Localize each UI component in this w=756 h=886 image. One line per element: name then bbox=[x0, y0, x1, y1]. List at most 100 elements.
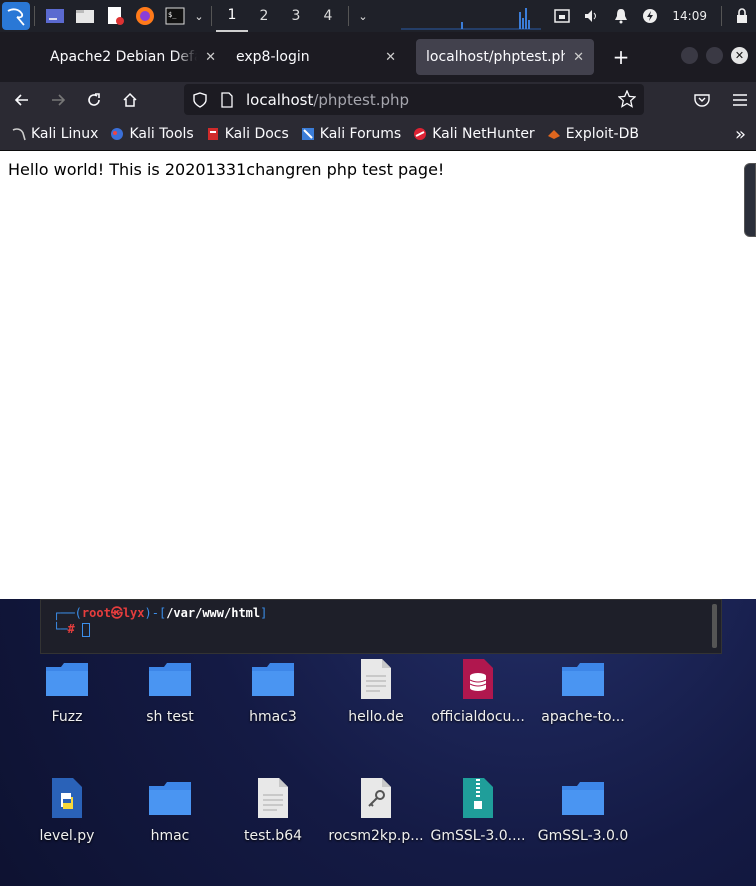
terminal-prompt-line: ┌──(root㉿lyx)-[/var/www/html] bbox=[53, 606, 268, 620]
desktop-icon-gmssl-archive[interactable]: GmSSL-3.0.... bbox=[428, 774, 528, 844]
bookmark-label: Exploit-DB bbox=[565, 126, 639, 142]
desktop-icon-label: hello.de bbox=[348, 709, 404, 725]
terminal-launcher[interactable]: $_ bbox=[161, 2, 189, 30]
desktop-icon-hello-de[interactable]: hello.de bbox=[326, 655, 426, 725]
lock-icon[interactable] bbox=[736, 8, 748, 24]
panel-separator bbox=[211, 6, 212, 26]
url-path: /phptest.php bbox=[313, 90, 410, 109]
workspace-4[interactable]: 4 bbox=[312, 0, 344, 32]
terminal-cursor bbox=[81, 622, 90, 637]
prompt-user: root bbox=[81, 606, 111, 620]
close-icon[interactable]: ✕ bbox=[385, 50, 396, 65]
desktop-icon-officialdocu[interactable]: officialdocu... bbox=[428, 655, 528, 725]
bookmarks-overflow-button[interactable]: » bbox=[735, 124, 746, 145]
notification-bell-icon[interactable] bbox=[614, 8, 628, 24]
kali-nethunter-icon bbox=[414, 128, 427, 140]
toolbar-right bbox=[694, 82, 748, 118]
database-file-icon bbox=[454, 655, 502, 703]
side-panel-handle[interactable] bbox=[744, 163, 756, 237]
desktop-icon-hmac3[interactable]: hmac3 bbox=[223, 655, 323, 725]
tab-label: localhost/phptest.php bbox=[426, 49, 566, 65]
show-desktop-button[interactable] bbox=[41, 2, 69, 30]
network-icon[interactable] bbox=[554, 9, 571, 23]
desktop-icon-label: GmSSL-3.0.... bbox=[430, 828, 526, 844]
tab-exp8-login[interactable]: exp8-login ✕ bbox=[226, 39, 406, 75]
bookmark-label: Kali Linux bbox=[31, 126, 99, 142]
bookmarks-toolbar: Kali Linux Kali Tools Kali Docs Kali For… bbox=[0, 118, 756, 151]
volume-icon[interactable] bbox=[584, 9, 600, 23]
shield-icon[interactable] bbox=[192, 91, 208, 108]
bookmark-star-icon[interactable] bbox=[618, 90, 636, 108]
forward-button[interactable] bbox=[44, 86, 72, 114]
launcher-dropdown[interactable]: ⌄ bbox=[191, 2, 207, 30]
panel-clock[interactable]: 14:09 bbox=[672, 9, 707, 23]
home-button[interactable] bbox=[116, 86, 144, 114]
desktop-icon-label: sh test bbox=[146, 709, 194, 725]
desktop-icon-sh-test[interactable]: sh test bbox=[120, 655, 220, 725]
desktop-icon-label: hmac bbox=[150, 828, 190, 844]
desktop-icon-hmac[interactable]: hmac bbox=[120, 774, 220, 844]
close-window-button[interactable]: ✕ bbox=[731, 47, 748, 64]
text-editor-launcher[interactable] bbox=[101, 2, 129, 30]
desktop-icon-label: level.py bbox=[39, 828, 95, 844]
bookmark-kali-tools[interactable]: Kali Tools bbox=[110, 126, 194, 142]
close-icon[interactable]: ✕ bbox=[573, 50, 584, 65]
workspace-menu-button[interactable]: ⌄ bbox=[355, 2, 371, 30]
prompt-at: ㉿ bbox=[110, 606, 123, 620]
reload-icon bbox=[88, 93, 100, 106]
firefox-launcher[interactable] bbox=[131, 2, 159, 30]
desktop-icon-label: rocsm2kp.p... bbox=[328, 828, 424, 844]
desktop-icon-label: test.b64 bbox=[243, 828, 303, 844]
desktop-icon-test-b64[interactable]: test.b64 bbox=[223, 774, 323, 844]
bookmark-kali-docs[interactable]: Kali Docs bbox=[206, 126, 289, 142]
panel-separator bbox=[721, 6, 722, 26]
maximize-button[interactable] bbox=[706, 47, 723, 64]
desktop-icon-gmssl-folder[interactable]: GmSSL-3.0.0 bbox=[533, 774, 633, 844]
power-manager-icon[interactable] bbox=[642, 8, 658, 24]
file-manager-launcher[interactable] bbox=[71, 2, 99, 30]
minimize-button[interactable] bbox=[681, 47, 698, 64]
arrow-right-icon bbox=[52, 94, 66, 106]
folder-icon bbox=[76, 10, 94, 23]
desktop-icon-rocsm2kp[interactable]: rocsm2kp.p... bbox=[326, 774, 426, 844]
python-file-icon bbox=[43, 774, 91, 822]
bookmark-label: Kali Docs bbox=[224, 126, 289, 142]
folder-icon bbox=[249, 655, 297, 703]
desktop-icon-apache-to[interactable]: apache-to... bbox=[533, 655, 633, 725]
close-icon[interactable]: ✕ bbox=[205, 50, 216, 65]
key-file-icon bbox=[352, 774, 400, 822]
tab-apache2-default[interactable]: Apache2 Debian Default Page: It works ✕ bbox=[40, 39, 226, 75]
bookmark-label: Kali Forums bbox=[319, 126, 402, 142]
prompt-host: lyx bbox=[122, 606, 145, 620]
terminal-scrollbar[interactable] bbox=[712, 604, 717, 648]
bookmark-exploit-db[interactable]: Exploit-DB bbox=[547, 126, 639, 142]
bookmark-label: Kali NetHunter bbox=[432, 126, 535, 142]
tab-phptest[interactable]: localhost/phptest.php ✕ bbox=[416, 39, 594, 75]
reload-button[interactable] bbox=[80, 86, 108, 114]
workspace-3[interactable]: 3 bbox=[280, 0, 312, 32]
svg-text:$_: $_ bbox=[168, 11, 177, 19]
hamburger-menu-icon[interactable] bbox=[732, 93, 748, 107]
bookmark-kali-nethunter[interactable]: Kali NetHunter bbox=[413, 126, 535, 142]
bookmark-kali-linux[interactable]: Kali Linux bbox=[12, 126, 98, 142]
desktop-icon-fuzz[interactable]: Fuzz bbox=[17, 655, 117, 725]
kali-dragon-icon bbox=[12, 128, 26, 141]
text-file-icon bbox=[352, 655, 400, 703]
kali-menu-button[interactable] bbox=[2, 2, 30, 30]
desktop-icon-level-py[interactable]: level.py bbox=[17, 774, 117, 844]
pocket-icon[interactable] bbox=[694, 93, 710, 107]
url-bar[interactable]: localhost/phptest.php bbox=[184, 84, 644, 115]
new-tab-button[interactable]: + bbox=[608, 45, 634, 69]
home-icon bbox=[123, 92, 137, 107]
bookmark-label: Kali Tools bbox=[129, 126, 194, 142]
workspace-1[interactable]: 1 bbox=[216, 0, 248, 32]
text-file-icon bbox=[249, 774, 297, 822]
workspace-2[interactable]: 2 bbox=[248, 0, 280, 32]
folder-icon bbox=[146, 774, 194, 822]
terminal-window[interactable]: ┌──(root㉿lyx)-[/var/www/html] └─# bbox=[40, 599, 722, 654]
cpu-graph bbox=[401, 2, 541, 30]
bookmark-kali-forums[interactable]: Kali Forums bbox=[301, 126, 401, 142]
desktop-icon bbox=[46, 9, 64, 23]
chevron-double-right-icon: » bbox=[734, 124, 746, 145]
back-button[interactable] bbox=[8, 86, 36, 114]
